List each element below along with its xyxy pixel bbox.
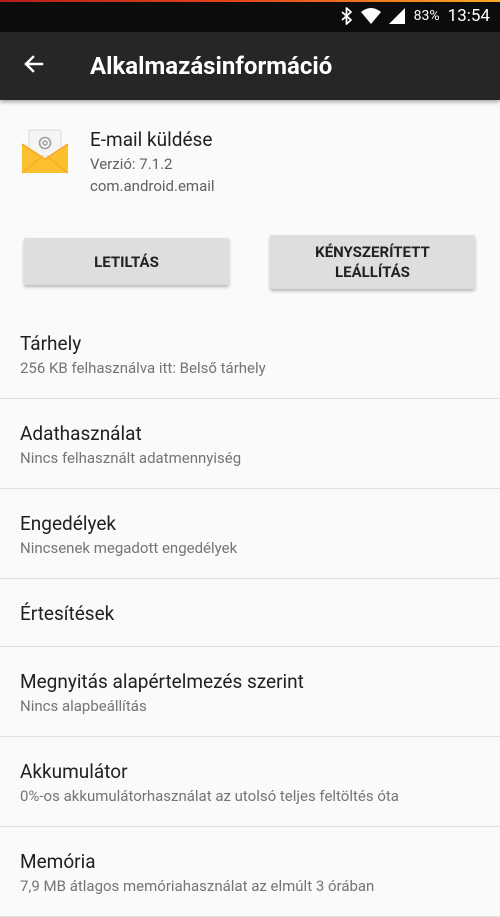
back-button[interactable] <box>14 46 54 86</box>
list-item-title: Megnyitás alapértelmezés szerint <box>20 670 304 693</box>
email-app-icon <box>20 126 70 176</box>
list-item-title: Adathasználat <box>20 422 142 445</box>
list-item-storage[interactable]: Tárhely 256 KB felhasználva itt: Belső t… <box>0 309 500 399</box>
battery-percent: 83% <box>413 8 440 24</box>
page-title: Alkalmazásinformáció <box>90 52 333 80</box>
list-item-subtitle: Nincsenek megadott engedélyek <box>20 539 238 557</box>
list-item-subtitle: Nincs alapbeállítás <box>20 697 147 715</box>
list-item-title: Engedélyek <box>20 512 117 535</box>
settings-list: Tárhely 256 KB felhasználva itt: Belső t… <box>0 309 500 917</box>
list-item-title: Értesítések <box>20 602 115 625</box>
app-bar: Alkalmazásinformáció <box>0 32 500 100</box>
status-bar: 83% 13:54 <box>0 0 500 32</box>
list-item-permissions[interactable]: Engedélyek Nincsenek megadott engedélyek <box>0 489 500 579</box>
disable-button-label: LETILTÁS <box>94 252 159 271</box>
list-item-battery[interactable]: Akkumulátor 0%-os akkumulátorhasználat a… <box>0 737 500 827</box>
list-item-title: Tárhely <box>20 332 82 355</box>
list-item-memory[interactable]: Memória 7,9 MB átlagos memóriahasználat … <box>0 827 500 917</box>
status-icons: 83% 13:54 <box>340 0 490 32</box>
app-package: com.android.email <box>90 177 215 195</box>
app-name: E-mail küldése <box>90 128 213 151</box>
list-item-title: Memória <box>20 850 96 873</box>
force-stop-button-label: KÉNYSZERÍTETT LEÁLLÍTÁS <box>315 243 430 281</box>
disable-button[interactable]: LETILTÁS <box>24 238 229 285</box>
list-item-title: Akkumulátor <box>20 760 128 783</box>
cell-signal-icon <box>388 7 406 25</box>
list-item-subtitle: 0%-os akkumulátorhasználat az utolsó tel… <box>20 787 399 805</box>
app-header: E-mail küldése Verzió: 7.1.2 com.android… <box>0 100 500 210</box>
wifi-icon <box>360 7 382 25</box>
list-item-open-by-default[interactable]: Megnyitás alapértelmezés szerint Nincs a… <box>0 647 500 737</box>
list-item-subtitle: Nincs felhasznált adatmennyiség <box>20 449 242 467</box>
list-item-subtitle: 7,9 MB átlagos memóriahasználat az elmúl… <box>20 877 375 895</box>
app-version: Verzió: 7.1.2 <box>90 155 173 173</box>
clock: 13:54 <box>447 6 490 26</box>
list-item-data-usage[interactable]: Adathasználat Nincs felhasznált adatmenn… <box>0 399 500 489</box>
list-item-notifications[interactable]: Értesítések <box>0 579 500 647</box>
force-stop-button[interactable]: KÉNYSZERÍTETT LEÁLLÍTÁS <box>270 235 475 289</box>
list-item-subtitle: 256 KB felhasználva itt: Belső tárhely <box>20 359 266 377</box>
bluetooth-icon <box>340 7 354 25</box>
arrow-back-icon <box>22 52 46 80</box>
